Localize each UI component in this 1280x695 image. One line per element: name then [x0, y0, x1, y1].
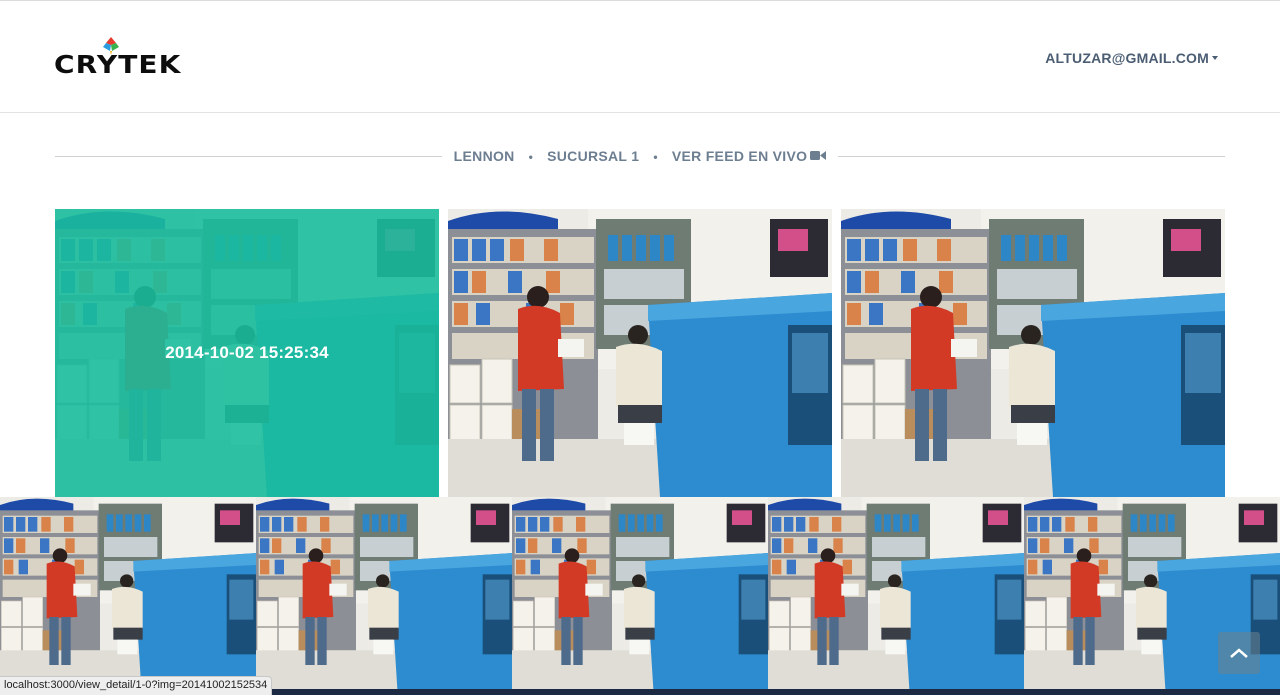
gallery-tile[interactable] [448, 209, 832, 497]
camera-snapshot-image [841, 209, 1225, 497]
thumbnail[interactable] [256, 497, 512, 689]
gallery-tile[interactable] [841, 209, 1225, 497]
live-feed-label: VER FEED EN VIVO [671, 148, 808, 164]
user-account-dropdown[interactable]: ALTUZAR@GMAIL.COM [1045, 50, 1218, 66]
chevron-up-icon [1230, 648, 1248, 658]
breadcrumb-separator: • [653, 150, 658, 164]
camera-snapshot-image [768, 497, 1024, 689]
camera-snapshot-image [0, 497, 256, 689]
logo-text: CRYTEK [54, 50, 182, 79]
browser-status-url: localhost:3000/view_detail/1-0?img=20141… [0, 676, 273, 695]
camera-snapshot-image [448, 209, 832, 497]
gallery-tile-selected[interactable]: 2014-10-02 15:25:34 [55, 209, 439, 497]
snapshot-timestamp: 2014-10-02 15:25:34 [165, 343, 329, 362]
video-camera-icon [810, 151, 827, 161]
brand-logo[interactable]: CRYTEK [54, 37, 180, 81]
user-email: ALTUZAR@GMAIL.COM [1045, 50, 1209, 66]
thumbnail[interactable] [512, 497, 768, 689]
breadcrumb-separator: • [528, 150, 534, 164]
breadcrumb-item-branch[interactable]: SUCURSAL 1 [547, 148, 639, 164]
camera-snapshot-image [256, 497, 512, 689]
live-feed-link[interactable]: VER FEED EN VIVO [672, 148, 827, 164]
thumbnail[interactable] [0, 497, 256, 689]
thumbnail-strip [0, 497, 1280, 695]
thumbnail[interactable] [768, 497, 1024, 689]
breadcrumb: LENNON • SUCURSAL 1 • VER FEED EN VIVO [55, 145, 1225, 168]
navbar: CRYTEK ALTUZAR@GMAIL.COM [0, 1, 1280, 113]
camera-snapshot-image [512, 497, 768, 689]
caret-down-icon [1212, 56, 1218, 61]
scroll-to-top-button[interactable] [1218, 632, 1260, 674]
selected-overlay: 2014-10-02 15:25:34 [55, 209, 439, 497]
breadcrumb-item-client[interactable]: LENNON [454, 148, 515, 164]
